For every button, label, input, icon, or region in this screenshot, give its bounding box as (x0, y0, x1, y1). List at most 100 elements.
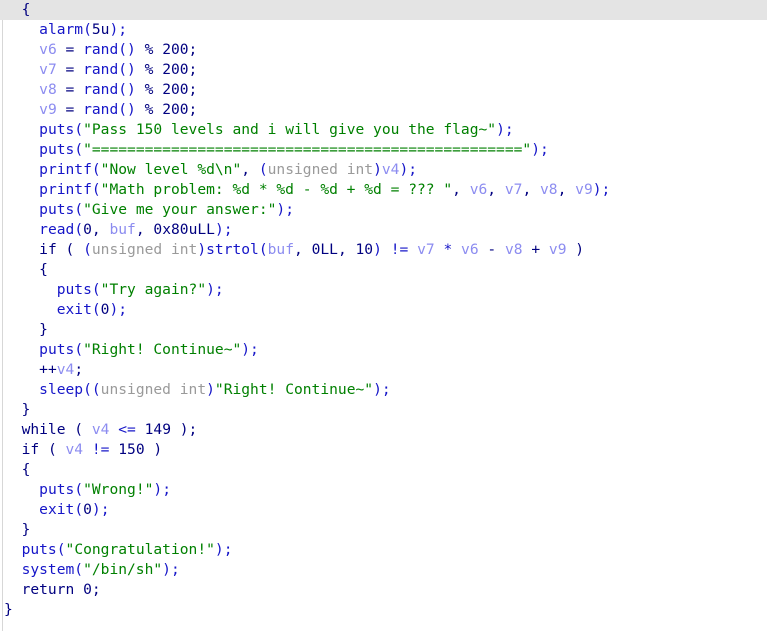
token-fn[interactable]: rand (83, 61, 118, 78)
code-line[interactable]: v9 = rand() % 200; (0, 100, 767, 120)
code-line[interactable]: } (0, 600, 767, 620)
token-punc: ( (74, 141, 84, 158)
code-line[interactable]: read(0, buf, 0x80uLL); (0, 220, 767, 240)
code-line[interactable]: puts("Right! Continue~"); (0, 340, 767, 360)
code-line[interactable]: v8 = rand() % 200; (0, 80, 767, 100)
token-var[interactable]: v8 (39, 81, 57, 98)
token-fn[interactable]: sleep (39, 381, 83, 398)
token-var[interactable]: v6 (470, 181, 488, 198)
token-fn[interactable]: alarm (39, 21, 83, 38)
code-line[interactable]: sleep((unsigned int)"Right! Continue~"); (0, 380, 767, 400)
token-var[interactable]: v9 (39, 101, 57, 118)
token-punc: ( (91, 281, 101, 298)
code-line[interactable]: } (0, 320, 767, 340)
code-body[interactable]: { alarm(5u); v6 = rand() % 200; v7 = ran… (0, 0, 767, 620)
code-line[interactable]: } (0, 400, 767, 420)
token-var[interactable]: v8 (505, 241, 523, 258)
code-line[interactable]: { (0, 0, 767, 20)
code-line[interactable]: puts("==================================… (0, 140, 767, 160)
token-var[interactable]: v8 (540, 181, 558, 198)
code-line[interactable]: { (0, 260, 767, 280)
code-line[interactable]: printf("Now level %d\n", (unsigned int)v… (0, 160, 767, 180)
pseudocode-view[interactable]: { alarm(5u); v6 = rand() % 200; v7 = ran… (0, 0, 767, 631)
token-str: "/bin/sh" (83, 561, 163, 578)
code-line[interactable]: ++v4; (0, 360, 767, 380)
token-fn[interactable]: exit (57, 301, 92, 318)
token-plain: ; (74, 361, 84, 378)
token-var[interactable]: v9 (549, 241, 567, 258)
token-fn[interactable]: puts (39, 481, 74, 498)
code-line[interactable]: alarm(5u); (0, 20, 767, 40)
token-fn[interactable]: puts (22, 541, 57, 558)
code-line[interactable]: exit(0); (0, 500, 767, 520)
code-line[interactable]: puts("Try again?"); (0, 280, 767, 300)
token-var[interactable]: buf (109, 221, 135, 238)
token-num: 149 (144, 421, 171, 438)
code-line[interactable]: { (0, 460, 767, 480)
code-line[interactable]: puts("Wrong!"); (0, 480, 767, 500)
token-var[interactable]: v4 (382, 161, 400, 178)
token-punc: ); (109, 301, 128, 318)
token-plain: ; (91, 581, 101, 598)
code-line[interactable]: printf("Math problem: %d * %d - %d + %d … (0, 180, 767, 200)
token-var[interactable]: v4 (57, 361, 75, 378)
code-line[interactable]: if ( (unsigned int)strtol(buf, 0LL, 10) … (0, 240, 767, 260)
token-punc: ); (241, 341, 259, 358)
code-line[interactable]: puts("Pass 150 levels and i will give yo… (0, 120, 767, 140)
token-fn[interactable]: puts (39, 141, 74, 158)
token-fn[interactable]: read (39, 221, 74, 238)
code-line[interactable]: exit(0); (0, 300, 767, 320)
token-var[interactable]: v4 (66, 441, 84, 458)
token-str: "Right! Continue~" (83, 341, 242, 358)
token-fn[interactable]: puts (39, 121, 74, 138)
code-line[interactable]: v6 = rand() % 200; (0, 40, 767, 60)
token-var[interactable]: v7 (505, 181, 523, 198)
code-line[interactable]: puts("Congratulation!"); (0, 540, 767, 560)
token-var[interactable]: v7 (417, 241, 435, 258)
token-punc: ) (197, 241, 207, 258)
code-line[interactable]: if ( v4 != 150 ) (0, 440, 767, 460)
token-plain: , (91, 221, 110, 238)
token-var[interactable]: v9 (575, 181, 593, 198)
token-plain: { (21, 1, 31, 18)
token-var[interactable]: v7 (39, 61, 57, 78)
token-fn[interactable]: exit (39, 501, 74, 518)
code-line[interactable]: while ( v4 <= 149 ); (0, 420, 767, 440)
token-fn[interactable]: puts (39, 201, 74, 218)
token-punc: ) (373, 161, 382, 178)
token-fn[interactable]: printf (39, 161, 92, 178)
token-plain: ( (39, 441, 66, 458)
token-fn[interactable]: printf (39, 181, 92, 198)
token-fn[interactable]: puts (39, 341, 74, 358)
token-var[interactable]: v6 (39, 41, 57, 58)
token-punc: ( (74, 201, 84, 218)
token-fn[interactable]: system (22, 561, 75, 578)
token-var[interactable]: v6 (461, 241, 479, 258)
code-line[interactable]: } (0, 520, 767, 540)
token-punc: ); (276, 201, 294, 218)
code-line[interactable]: puts("Give me your answer:"); (0, 200, 767, 220)
code-line[interactable]: v7 = rand() % 200; (0, 60, 767, 80)
token-str: "Math problem: %d * %d - %d + %d = ??? " (100, 181, 453, 198)
code-line[interactable]: return 0; (0, 580, 767, 600)
token-num: 200 (162, 41, 189, 58)
token-punc: ) (373, 241, 382, 258)
token-fn[interactable]: strtol (206, 241, 259, 258)
token-punc: ); (162, 561, 180, 578)
token-var[interactable]: v4 (92, 421, 110, 438)
token-fn[interactable]: rand (83, 41, 118, 58)
token-fn[interactable]: rand (83, 81, 118, 98)
token-kw: return (21, 581, 75, 598)
token-var[interactable]: buf (268, 241, 294, 258)
token-plain: , (337, 241, 356, 258)
token-fn[interactable]: rand (83, 101, 118, 118)
code-line[interactable]: system("/bin/sh"); (0, 560, 767, 580)
token-punc: ( (74, 501, 84, 518)
token-fn[interactable]: puts (57, 281, 92, 298)
